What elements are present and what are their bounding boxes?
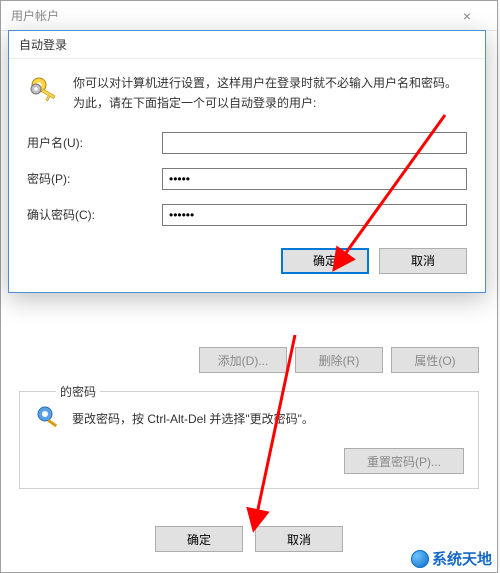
password-label: 密码(P):	[27, 170, 162, 187]
auto-login-dialog: 自动登录 你可以对计算机进行设置，这样用户在登录时就不必输入用户名和密码。为此，…	[8, 30, 486, 293]
dialog-cancel-button[interactable]: 取消	[379, 248, 467, 274]
parent-titlebar: 用户帐户 ×	[1, 1, 497, 31]
groupbox-text: 要改密码，按 Ctrl-Alt-Del 并选择"更改密码"。	[72, 410, 464, 427]
groupbox-legend: 的密码	[56, 383, 100, 400]
password-groupbox: 的密码 要改密码，按 Ctrl-Alt-Del 并选择"更改密码"。 重置密码(…	[19, 391, 479, 489]
dialog-description: 你可以对计算机进行设置，这样用户在登录时就不必输入用户名和密码。为此，请在下面指…	[73, 73, 467, 114]
user-list-buttons: 添加(D)... 删除(R) 属性(O)	[19, 347, 479, 373]
globe-icon	[411, 550, 429, 568]
watermark-text: 系统天地	[432, 548, 492, 569]
user-key-icon	[34, 404, 62, 432]
reset-password-button[interactable]: 重置密码(P)...	[344, 448, 464, 474]
close-icon[interactable]: ×	[447, 8, 487, 24]
dialog-ok-button[interactable]: 确定	[281, 248, 369, 274]
dialog-titlebar: 自动登录	[9, 31, 485, 59]
add-button[interactable]: 添加(D)...	[199, 347, 287, 373]
watermark-logo: 系统天地	[411, 548, 492, 569]
password-input[interactable]	[162, 168, 467, 190]
remove-button[interactable]: 删除(R)	[295, 347, 383, 373]
confirm-password-input[interactable]	[162, 204, 467, 226]
properties-button[interactable]: 属性(O)	[391, 347, 479, 373]
keys-icon	[27, 73, 61, 107]
parent-ok-button[interactable]: 确定	[155, 526, 243, 552]
username-input[interactable]	[162, 132, 467, 154]
parent-title: 用户帐户	[11, 7, 59, 24]
confirm-password-label: 确认密码(C):	[27, 206, 162, 223]
dialog-title: 自动登录	[19, 36, 67, 53]
username-label: 用户名(U):	[27, 134, 162, 151]
parent-cancel-button[interactable]: 取消	[255, 526, 343, 552]
